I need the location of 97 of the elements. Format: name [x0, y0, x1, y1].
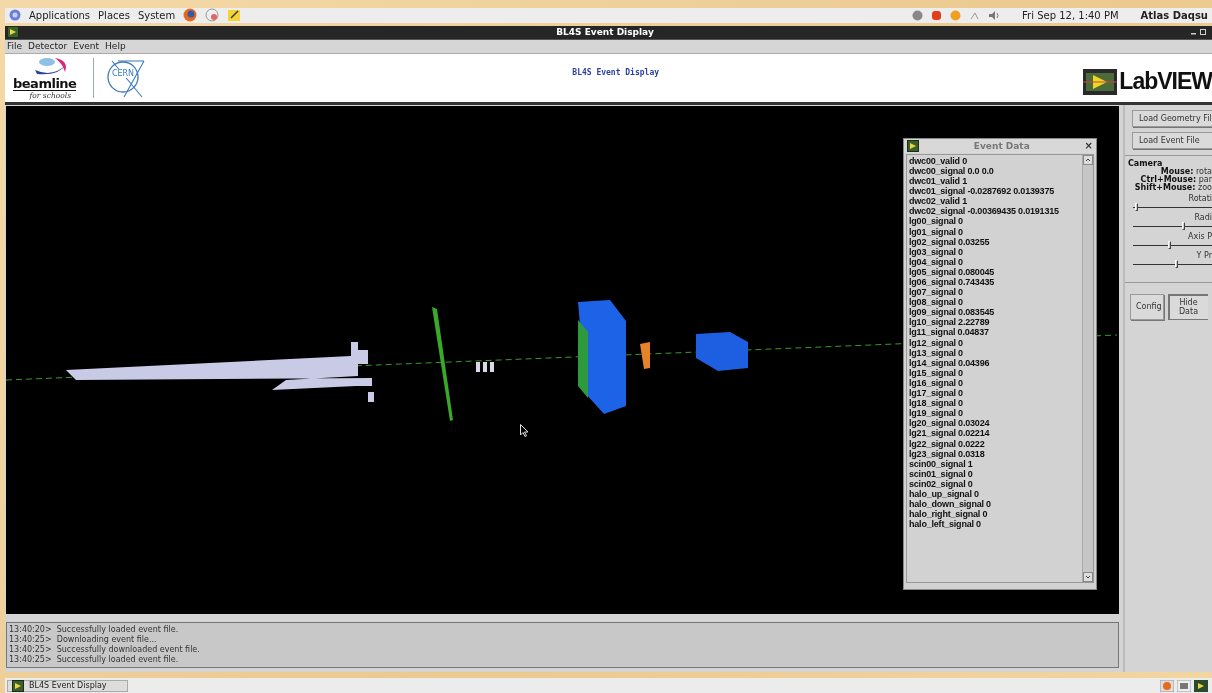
log-line: 13:40:25> Successfully downloaded event file.	[9, 644, 201, 655]
clock[interactable]: Fri Sep 12, 1:40 PM	[1022, 9, 1119, 21]
load-button[interactable]: Load Geometry Fil	[1132, 109, 1212, 127]
slider[interactable]	[1133, 259, 1212, 268]
app-icon[interactable]	[1194, 679, 1208, 692]
panel-menu[interactable]: Places	[98, 9, 130, 21]
taskbar-item[interactable]: BL4S Event Display	[7, 679, 128, 692]
data-line: lg09_signal 0.083545	[909, 307, 996, 318]
menu-item[interactable]: File	[7, 41, 23, 52]
data-line: lg19_signal 0	[909, 408, 964, 419]
data-line: lg20_signal 0.03024	[909, 418, 991, 429]
labview-icon	[1083, 68, 1118, 95]
data-line: dwc02_signal -0.00369435 0.0191315	[909, 206, 1060, 217]
data-line: lg10_signal 2.22789	[909, 317, 991, 328]
load-button[interactable]: Load Event File	[1132, 131, 1212, 149]
window-title: BL4S Event Display	[555, 27, 655, 38]
updates-icon[interactable]	[912, 9, 924, 21]
data-line: lg16_signal 0	[909, 377, 964, 389]
data-line: scin02_signal 0	[909, 478, 974, 489]
shortcut-hint: Mouse: rota	[1160, 167, 1212, 176]
scroll-down-icon[interactable]	[1083, 571, 1093, 582]
data-line: lg17_signal 0	[909, 388, 964, 399]
data-line: lg12_signal 0	[909, 337, 964, 348]
data-line: lg02_signal 0.03255	[909, 236, 991, 247]
window-title: Event Data	[972, 140, 1031, 151]
workspace-icon[interactable]	[1177, 679, 1191, 692]
slider-label: Y Pr	[1195, 250, 1212, 260]
app-icon	[12, 679, 24, 692]
data-line: lg23_signal 0.0318	[909, 448, 986, 459]
data-line: lg11_signal 0.04837	[909, 327, 990, 338]
data-line: dwc00_valid 0	[909, 155, 968, 166]
data-line: dwc01_valid 1	[909, 176, 968, 187]
data-line: scin00_signal 1	[909, 458, 974, 469]
slider[interactable]	[1133, 202, 1212, 211]
app-icon	[7, 26, 19, 39]
brand-name: LabVIEW	[1119, 68, 1212, 96]
slider[interactable]	[1133, 240, 1212, 249]
data-line: lg05_signal 0.080045	[909, 266, 996, 277]
slider-thumb[interactable]	[1174, 259, 1178, 268]
mouse-pointer-icon	[520, 423, 529, 437]
hodoscope-bars	[476, 361, 494, 372]
data-line: lg06_signal 0.743435	[909, 277, 996, 288]
data-line: lg08_signal 0	[909, 297, 964, 308]
scintillator	[640, 341, 650, 369]
data-line: lg15_signal 0	[909, 367, 964, 378]
data-line: lg14_signal 0.04396	[909, 357, 991, 368]
data-line: halo_right_signal 0	[909, 509, 989, 520]
data-line: dwc02_valid 1	[909, 196, 968, 207]
data-line: scin01_signal 0	[909, 468, 974, 479]
maximize-icon[interactable]	[1200, 29, 1206, 36]
menu-item[interactable]: Help	[105, 41, 126, 52]
shortcut-hint: Ctrl+Mouse: par	[1140, 175, 1212, 184]
panel-menu[interactable]: System	[137, 9, 176, 21]
log-line: 13:40:20> Successfully loaded event file.	[9, 624, 180, 635]
detector-block	[696, 331, 748, 371]
alarm-icon[interactable]	[931, 9, 943, 22]
scroll-up-icon[interactable]	[1083, 154, 1093, 165]
browser-icon[interactable]	[1160, 679, 1174, 692]
data-line: lg21_signal 0.02214	[909, 428, 991, 439]
data-line: lg13_signal 0	[909, 347, 964, 358]
close-button[interactable]: ×	[1084, 140, 1093, 152]
data-line: lg18_signal 0	[909, 398, 964, 409]
section-title: Camera	[1128, 158, 1163, 168]
notepad-icon[interactable]	[227, 8, 242, 23]
slider-label: Rotati	[1187, 193, 1212, 203]
data-line: dwc01_signal -0.0287692 0.0139375	[909, 186, 1055, 197]
data-line: halo_up_signal 0	[909, 488, 980, 500]
browser-icon[interactable]	[183, 8, 198, 23]
data-line: halo_left_signal 0	[909, 519, 982, 530]
user-name[interactable]: Atlas Daqsu	[1140, 9, 1208, 21]
slider-label: Axis P	[1187, 231, 1212, 241]
data-line: lg04_signal 0	[909, 256, 964, 267]
slider-label: Radi	[1193, 212, 1212, 222]
banner-title: BL4S Event Display	[571, 67, 660, 77]
menu-item[interactable]: Event	[73, 41, 100, 52]
data-line: lg01_signal 0	[909, 226, 964, 237]
shortcut-hint: Shift+Mouse: zoo	[1133, 183, 1212, 192]
data-line: lg22_signal 0.0222	[909, 438, 986, 449]
log-line: 13:40:25> Successfully loaded event file.	[9, 654, 180, 665]
slider[interactable]	[1133, 221, 1212, 230]
panel-menu[interactable]: Applications	[29, 9, 91, 21]
logo-text: beamline	[13, 77, 77, 91]
log-line: 13:40:25> Downloading event file...	[9, 634, 158, 645]
volume-icon[interactable]	[988, 9, 1001, 21]
slider-thumb[interactable]	[1181, 221, 1185, 230]
data-line: lg03_signal 0	[909, 246, 964, 257]
toggle-button[interactable]: Hide Data	[1168, 293, 1208, 320]
data-line: lg00_signal 0	[909, 216, 963, 227]
app-icon	[907, 139, 919, 152]
slider-thumb[interactable]	[1134, 202, 1138, 211]
data-line: dwc00_signal 0.0 0.0	[909, 165, 995, 177]
data-line: lg07_signal 0	[909, 287, 964, 298]
foot-icon[interactable]	[9, 9, 21, 22]
config-button[interactable]: Config	[1130, 293, 1164, 320]
data-line: halo_down_signal 0	[909, 499, 992, 510]
menu-item[interactable]: Detector	[28, 41, 68, 52]
slider-thumb[interactable]	[1167, 240, 1171, 249]
